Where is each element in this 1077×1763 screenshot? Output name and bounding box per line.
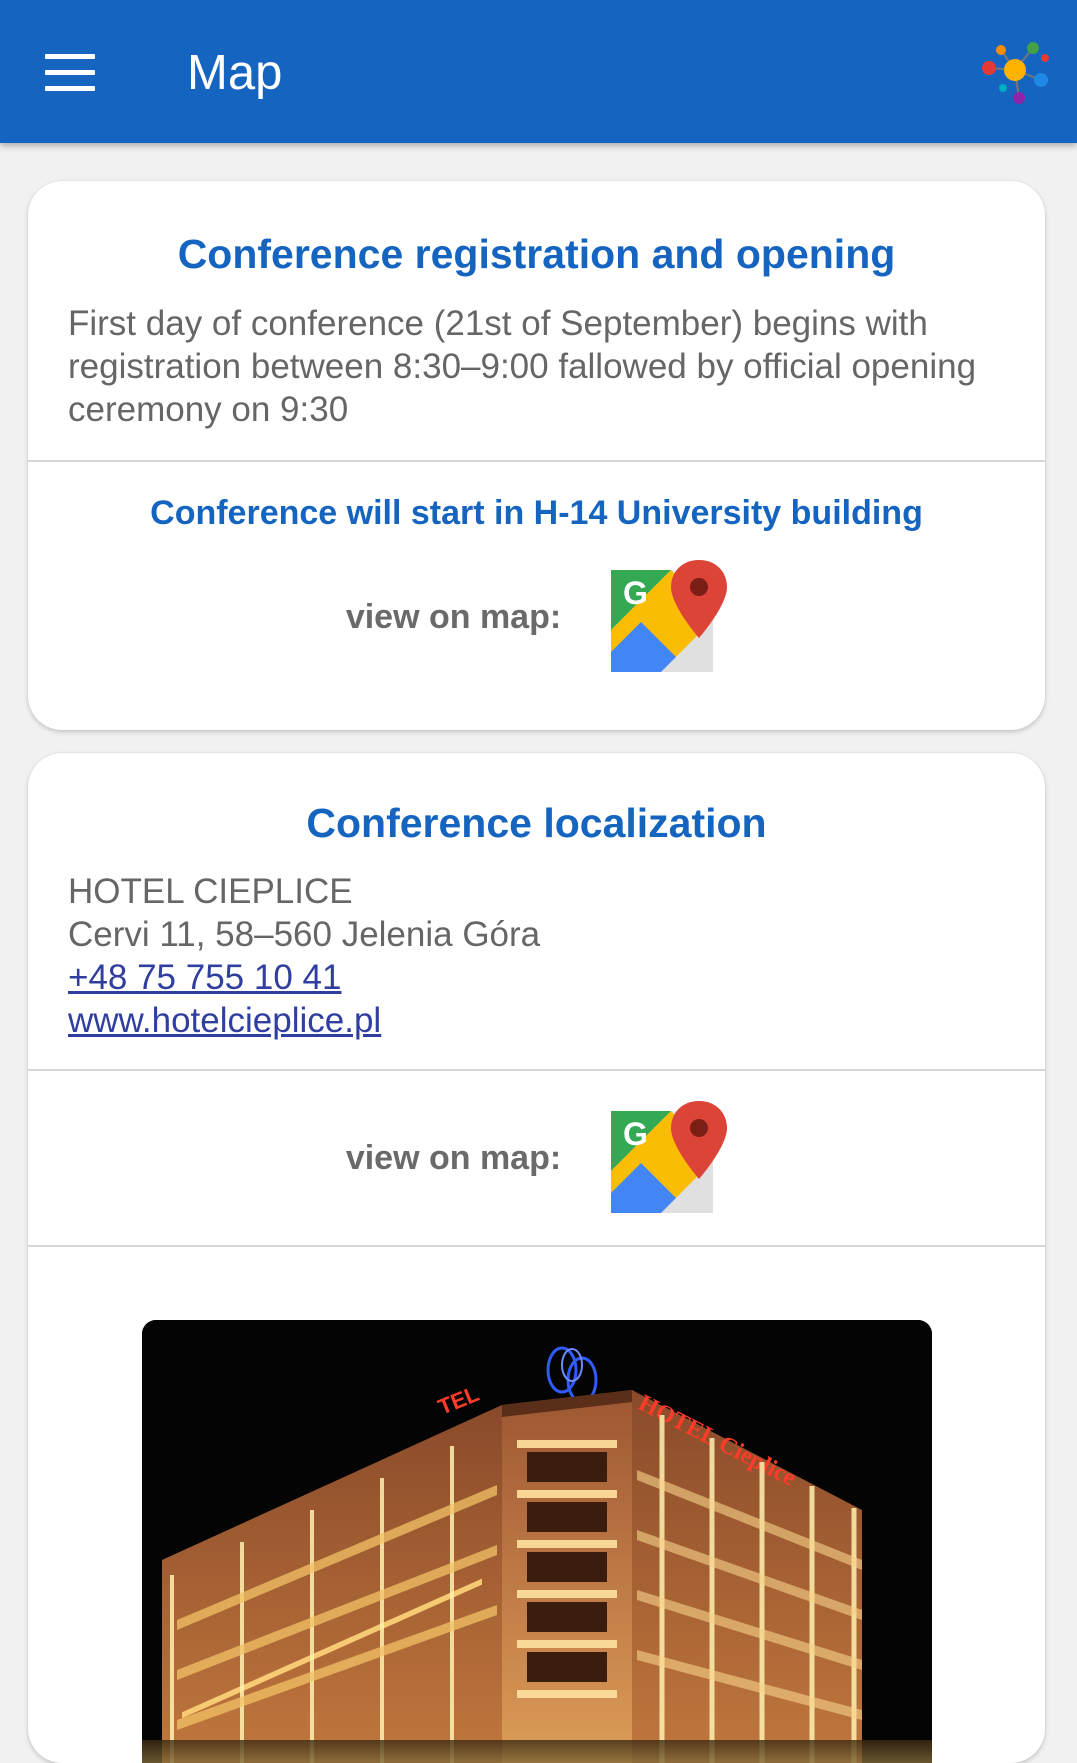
localization-card: Conference localization HOTEL CIEPLICE C… bbox=[28, 753, 1045, 1763]
svg-text:G: G bbox=[623, 575, 648, 611]
svg-text:G: G bbox=[623, 1116, 648, 1152]
phone-link[interactable]: +48 75 755 10 41 bbox=[68, 956, 1005, 999]
building-info: Conference will start in H-14 University… bbox=[150, 494, 923, 532]
hotel-name: HOTEL CIEPLICE bbox=[68, 872, 353, 911]
registration-description: First day of conference (21st of Septemb… bbox=[68, 304, 977, 429]
divider bbox=[28, 1245, 1045, 1247]
website-link[interactable]: www.hotelcieplice.pl bbox=[68, 999, 1005, 1042]
localization-title: Conference localization bbox=[306, 800, 767, 846]
view-on-map-label: view on map: bbox=[345, 1138, 562, 1177]
hamburger-menu-icon bbox=[45, 53, 95, 91]
registration-card: Conference registration and opening Firs… bbox=[28, 181, 1045, 730]
address-block: HOTEL CIEPLICE Cervi 11, 58–560 Jelenia … bbox=[28, 870, 1045, 1042]
divider bbox=[28, 460, 1045, 462]
hotel-address: Cervi 11, 58–560 Jelenia Góra bbox=[68, 915, 541, 954]
map-row: view on map: G bbox=[28, 560, 1045, 674]
molecule-logo-icon bbox=[982, 42, 1049, 104]
view-on-map-label: view on map: bbox=[345, 597, 562, 636]
registration-title: Conference registration and opening bbox=[177, 231, 896, 277]
menu-button[interactable] bbox=[30, 37, 110, 107]
google-maps-icon[interactable]: G bbox=[611, 1101, 728, 1215]
hotel-photo: TEL HOTEL Cieplice bbox=[142, 1320, 932, 1763]
page-title: Map bbox=[187, 46, 283, 100]
hotel-building-image: TEL HOTEL Cieplice bbox=[142, 1320, 932, 1763]
app-bar: Map bbox=[0, 0, 1077, 143]
map-row: view on map: G bbox=[28, 1071, 1045, 1245]
google-maps-icon[interactable]: G bbox=[611, 560, 728, 674]
